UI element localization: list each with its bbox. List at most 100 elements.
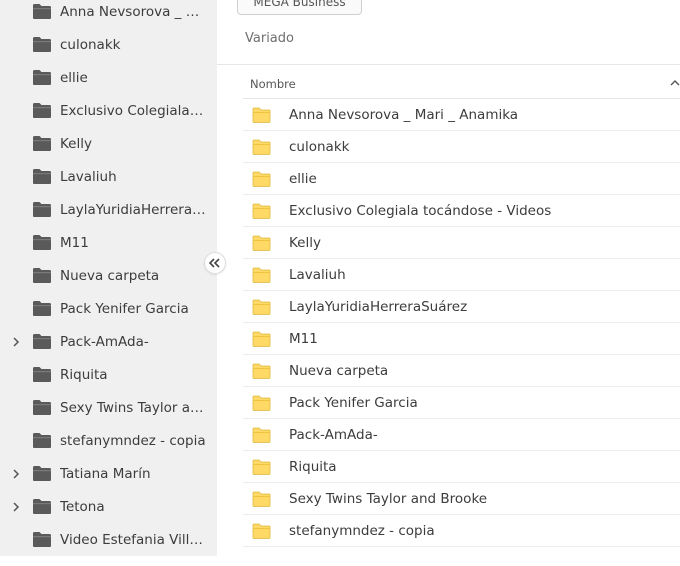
folder-icon	[32, 36, 52, 53]
file-row[interactable]: ellie	[243, 163, 680, 195]
file-name: LaylaYuridiaHerreraSuárez	[289, 298, 468, 315]
sidebar-tree-item[interactable]: M11	[0, 226, 217, 259]
sidebar-tree-item[interactable]: Nueva carpeta	[0, 259, 217, 292]
sidebar-tree-item[interactable]: culonakk	[0, 28, 217, 61]
folder-icon	[32, 399, 52, 416]
folder-icon	[252, 171, 271, 187]
folder-icon	[252, 267, 271, 283]
file-row[interactable]: culonakk	[243, 131, 680, 163]
column-header-name[interactable]: Nombre	[243, 70, 680, 99]
file-name: culonakk	[289, 138, 350, 155]
folder-icon	[32, 300, 52, 317]
folder-icon	[252, 331, 271, 347]
file-name: Pack Yenifer Garcia	[289, 394, 418, 411]
sidebar-tree-item[interactable]: Tatiana Marín	[0, 457, 217, 490]
sidebar-tree-item[interactable]: Sexy Twins Taylor an...	[0, 391, 217, 424]
sidebar-item-label: Nueva carpeta	[60, 267, 160, 284]
sidebar-tree-item[interactable]: stefanymndez - copia	[0, 424, 217, 457]
sidebar-tree-item[interactable]: Kelly	[0, 127, 217, 160]
folder-icon	[252, 363, 271, 379]
folder-icon	[252, 523, 271, 539]
file-row[interactable]: Kelly	[243, 227, 680, 259]
sidebar-item-label: culonakk	[60, 36, 121, 53]
file-name: Pack-AmAda-	[289, 426, 378, 443]
folder-icon	[32, 465, 52, 482]
folder-icon	[32, 201, 52, 218]
sidebar-tree-item[interactable]: ellie	[0, 61, 217, 94]
sidebar-item-label: stefanymndez - copia	[60, 432, 206, 449]
folder-icon	[252, 235, 271, 251]
sidebar-item-label: Lavaliuh	[60, 168, 117, 185]
file-name: stefanymndez - copia	[289, 522, 435, 539]
folder-icon	[252, 459, 271, 475]
file-row[interactable]: Sexy Twins Taylor and Brooke	[243, 483, 680, 515]
file-row[interactable]: Anna Nevsorova _ Mari _ Anamika	[243, 99, 680, 131]
sidebar-tree-item[interactable]: Pack-AmAda-	[0, 325, 217, 358]
file-row[interactable]: stefanymndez - copia	[243, 515, 680, 547]
file-row[interactable]: LaylaYuridiaHerreraSuárez	[243, 291, 680, 323]
sidebar-item-label: Tetona	[60, 498, 105, 515]
file-name: Nueva carpeta	[289, 362, 389, 379]
file-row[interactable]: Lavaliuh	[243, 259, 680, 291]
folder-icon	[32, 3, 52, 20]
folder-icon	[252, 107, 271, 123]
sidebar-folder-tree: Anna Nevsorova _ M... culonakk ellie Exclus…	[0, 0, 217, 556]
sidebar-tree-item[interactable]: Exclusivo Colegiala t...	[0, 94, 217, 127]
sidebar-item-label: Kelly	[60, 135, 92, 152]
folder-icon	[32, 267, 52, 284]
file-name: Lavaliuh	[289, 266, 346, 283]
chevron-up-icon[interactable]	[670, 78, 680, 88]
folder-icon	[32, 498, 52, 515]
sidebar-tree-item[interactable]: Lavaliuh	[0, 160, 217, 193]
file-name: Anna Nevsorova _ Mari _ Anamika	[289, 106, 519, 123]
sidebar-tree-item[interactable]: LaylaYuridiaHerreraS...	[0, 193, 217, 226]
sidebar-item-label: Pack Yenifer Garcia	[60, 300, 189, 317]
sidebar-tree-item[interactable]: Riquita	[0, 358, 217, 391]
folder-icon	[32, 69, 52, 86]
file-name: ellie	[289, 170, 317, 187]
sidebar-tree-item[interactable]: Pack Yenifer Garcia	[0, 292, 217, 325]
file-row[interactable]: M11	[243, 323, 680, 355]
folder-icon	[252, 139, 271, 155]
file-row[interactable]: Exclusivo Colegiala tocándose - Videos	[243, 195, 680, 227]
sidebar-item-label: Video Estefania Villa...	[60, 531, 206, 548]
folder-icon	[32, 432, 52, 449]
file-row[interactable]: Riquita	[243, 451, 680, 483]
chevron-right-icon[interactable]	[9, 335, 23, 349]
sidebar-tree-item[interactable]: Tetona	[0, 490, 217, 523]
folder-icon	[252, 427, 271, 443]
file-row[interactable]: Nueva carpeta	[243, 355, 680, 387]
sidebar-item-label: Exclusivo Colegiala t...	[60, 102, 206, 119]
sidebar-tree-item[interactable]: Anna Nevsorova _ M...	[0, 0, 217, 28]
file-row[interactable]: Pack Yenifer Garcia	[243, 387, 680, 419]
file-name: Exclusivo Colegiala tocándose - Videos	[289, 202, 552, 219]
file-row[interactable]: Pack-AmAda-	[243, 419, 680, 451]
chevron-right-icon[interactable]	[9, 467, 23, 481]
sidebar-item-label: M11	[60, 234, 89, 251]
file-name: Sexy Twins Taylor and Brooke	[289, 490, 488, 507]
sidebar-item-label: Tatiana Marín	[60, 465, 151, 482]
file-name: Riquita	[289, 458, 337, 475]
folder-icon	[32, 234, 52, 251]
folder-icon	[252, 395, 271, 411]
chevron-right-icon[interactable]	[9, 500, 23, 514]
column-header-label: Nombre	[250, 77, 296, 91]
folder-icon	[32, 102, 52, 119]
sidebar-item-label: ellie	[60, 69, 88, 86]
sidebar-item-label: Sexy Twins Taylor an...	[60, 399, 206, 416]
folder-icon	[32, 168, 52, 185]
file-name: M11	[289, 330, 318, 347]
mega-business-button[interactable]: MEGA Business	[237, 0, 362, 15]
sidebar-item-label: Anna Nevsorova _ M...	[60, 3, 206, 20]
folder-icon	[32, 531, 52, 548]
header-divider	[217, 64, 680, 65]
sidebar-item-label: Pack-AmAda-	[60, 333, 149, 350]
sidebar-tree-item[interactable]: Video Estefania Villa...	[0, 523, 217, 556]
sidebar-item-label: LaylaYuridiaHerreraS...	[60, 201, 206, 218]
file-table: Nombre Anna Nevsorova _ Mari _ Anamika cu…	[243, 70, 680, 547]
folder-icon	[32, 135, 52, 152]
folder-icon	[32, 333, 52, 350]
folder-icon	[252, 203, 271, 219]
current-folder-title: Variado	[245, 31, 294, 46]
file-rows: Anna Nevsorova _ Mari _ Anamika culonakk e…	[243, 99, 680, 547]
